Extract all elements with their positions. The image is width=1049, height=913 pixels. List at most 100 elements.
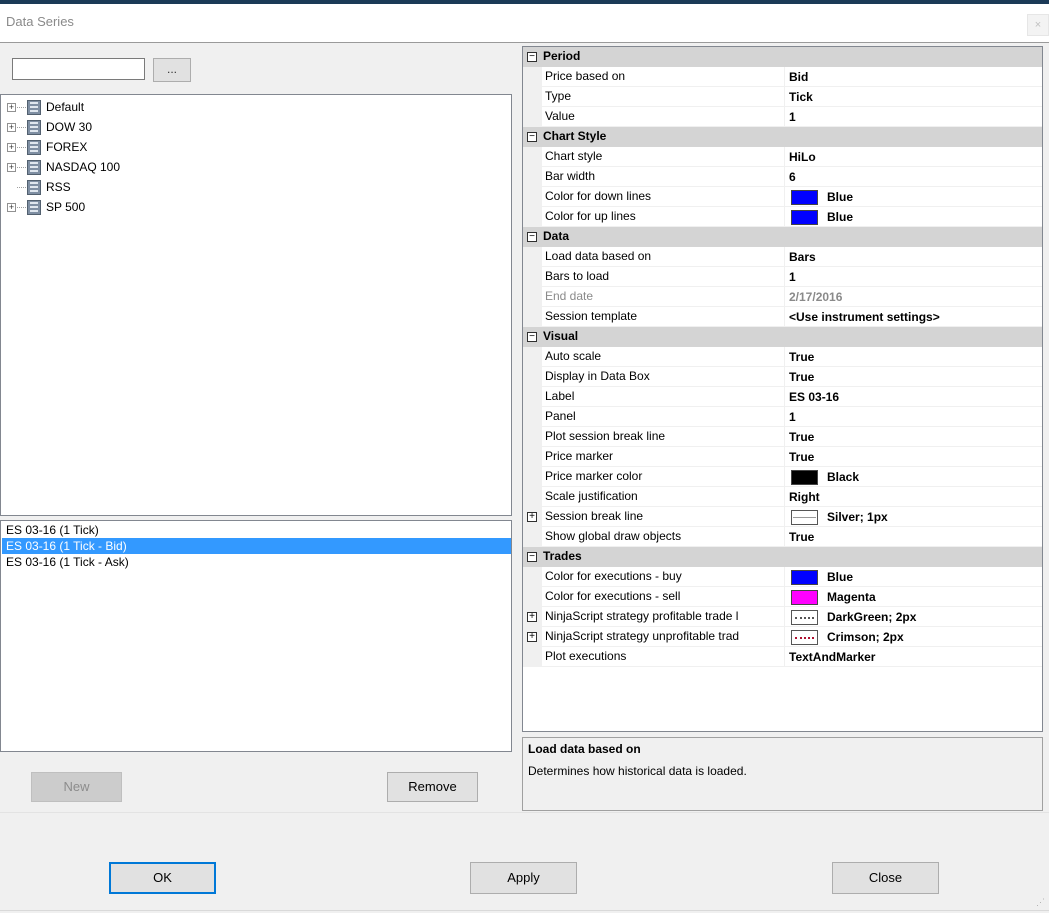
instrument-list-tree[interactable]: + Default + DOW 30 + FOREX + NASDAQ 100 RSS + SP 5… [0, 94, 512, 516]
property-value[interactable]: 1 [786, 407, 1042, 427]
close-button[interactable]: Close [832, 862, 939, 894]
property-row[interactable]: + Session break line Silver; 1px [523, 507, 1042, 527]
property-value[interactable]: Blue [786, 207, 1042, 227]
property-row[interactable]: + NinjaScript strategy profitable trade l… [523, 607, 1042, 627]
property-row[interactable]: Plot executions TextAndMarker [523, 647, 1042, 667]
property-row[interactable]: Plot session break line True [523, 427, 1042, 447]
tree-item[interactable]: + Default [7, 97, 84, 117]
property-value[interactable]: TextAndMarker [786, 647, 1042, 667]
category-label: Visual [543, 329, 579, 343]
collapse-icon[interactable]: − [527, 332, 537, 342]
expand-icon[interactable]: + [527, 612, 537, 622]
property-value[interactable]: True [786, 347, 1042, 367]
property-value[interactable]: Tick [786, 87, 1042, 107]
series-list-item[interactable]: ES 03-16 (1 Tick - Ask) [2, 554, 511, 570]
property-value[interactable]: Silver; 1px [786, 507, 1042, 527]
property-value[interactable]: 6 [786, 167, 1042, 187]
expand-icon[interactable]: + [527, 512, 537, 522]
series-list-item[interactable]: ES 03-16 (1 Tick) [2, 522, 511, 538]
tree-item[interactable]: + SP 500 [7, 197, 85, 217]
ok-button[interactable]: OK [109, 862, 216, 894]
property-value[interactable]: <Use instrument settings> [786, 307, 1042, 327]
instrument-list-icon [27, 159, 41, 175]
grid-margin [523, 287, 542, 307]
property-value[interactable]: Magenta [786, 587, 1042, 607]
property-value[interactable]: Crimson; 2px [786, 627, 1042, 647]
property-value[interactable]: Right [786, 487, 1042, 507]
property-category[interactable]: − Visual [523, 327, 1042, 347]
property-row[interactable]: Color for executions - sell Magenta [523, 587, 1042, 607]
remove-button[interactable]: Remove [387, 772, 478, 802]
property-row[interactable]: Color for executions - buy Blue [523, 567, 1042, 587]
expand-icon[interactable]: + [7, 142, 16, 152]
property-row[interactable]: Value 1 [523, 107, 1042, 127]
property-name: Plot session break line [543, 427, 785, 447]
property-row[interactable]: Auto scale True [523, 347, 1042, 367]
category-label: Period [543, 49, 581, 63]
property-value[interactable]: True [786, 427, 1042, 447]
close-icon[interactable]: × [1027, 14, 1049, 36]
property-row[interactable]: Bars to load 1 [523, 267, 1042, 287]
property-row[interactable]: Price based on Bid [523, 67, 1042, 87]
collapse-icon[interactable]: − [527, 552, 537, 562]
property-value[interactable]: Black [786, 467, 1042, 487]
instrument-list-icon [27, 179, 41, 195]
property-row[interactable]: Chart style HiLo [523, 147, 1042, 167]
property-row[interactable]: Label ES 03-16 [523, 387, 1042, 407]
property-row[interactable]: Scale justification Right [523, 487, 1042, 507]
property-value[interactable]: Bars [786, 247, 1042, 267]
property-row[interactable]: + NinjaScript strategy unprofitable trad C… [523, 627, 1042, 647]
property-row[interactable]: Color for up lines Blue [523, 207, 1042, 227]
collapse-icon[interactable]: − [527, 132, 537, 142]
apply-button[interactable]: Apply [470, 862, 577, 894]
property-row[interactable]: Show global draw objects True [523, 527, 1042, 547]
grid-margin [523, 387, 542, 407]
tree-item[interactable]: + DOW 30 [7, 117, 92, 137]
property-category[interactable]: − Data [523, 227, 1042, 247]
property-value[interactable]: Bid [786, 67, 1042, 87]
browse-button[interactable]: ... [153, 58, 191, 82]
tree-item[interactable]: RSS [7, 177, 71, 197]
property-value[interactable]: True [786, 367, 1042, 387]
property-row[interactable]: Load data based on Bars [523, 247, 1042, 267]
property-category[interactable]: − Period [523, 47, 1042, 67]
property-row[interactable]: Session template <Use instrument settings… [523, 307, 1042, 327]
new-button[interactable]: New [31, 772, 122, 802]
property-value[interactable]: 1 [786, 267, 1042, 287]
expand-icon[interactable]: + [7, 202, 16, 212]
property-value[interactable]: ES 03-16 [786, 387, 1042, 407]
property-value[interactable]: 2/17/2016 [786, 287, 1042, 307]
property-value[interactable]: True [786, 527, 1042, 547]
property-name: Chart style [543, 147, 785, 167]
series-list-item[interactable]: ES 03-16 (1 Tick - Bid) [2, 538, 511, 554]
expand-icon[interactable]: + [7, 162, 16, 172]
instrument-search-input[interactable] [12, 58, 145, 80]
property-category[interactable]: − Trades [523, 547, 1042, 567]
property-row[interactable]: Type Tick [523, 87, 1042, 107]
property-row[interactable]: Display in Data Box True [523, 367, 1042, 387]
expand-icon[interactable]: + [527, 632, 537, 642]
property-value[interactable]: Blue [786, 567, 1042, 587]
resize-grip-icon[interactable]: ⋰ [1036, 897, 1046, 907]
property-value[interactable]: DarkGreen; 2px [786, 607, 1042, 627]
data-series-list[interactable]: ES 03-16 (1 Tick) ES 03-16 (1 Tick - Bid)… [0, 520, 512, 752]
property-row[interactable]: Panel 1 [523, 407, 1042, 427]
tree-item[interactable]: + NASDAQ 100 [7, 157, 120, 177]
property-category[interactable]: − Chart Style [523, 127, 1042, 147]
property-row[interactable]: Price marker True [523, 447, 1042, 467]
property-row[interactable]: End date 2/17/2016 [523, 287, 1042, 307]
property-row[interactable]: Price marker color Black [523, 467, 1042, 487]
property-value[interactable]: Blue [786, 187, 1042, 207]
expand-icon[interactable]: + [7, 122, 16, 132]
property-name: End date [543, 287, 785, 307]
tree-item[interactable]: + FOREX [7, 137, 87, 157]
property-row[interactable]: Bar width 6 [523, 167, 1042, 187]
property-value[interactable]: True [786, 447, 1042, 467]
property-grid[interactable]: − Period Price based on Bid Type Tick Value 1− C… [522, 46, 1043, 732]
property-value[interactable]: 1 [786, 107, 1042, 127]
property-row[interactable]: Color for down lines Blue [523, 187, 1042, 207]
collapse-icon[interactable]: − [527, 232, 537, 242]
collapse-icon[interactable]: − [527, 52, 537, 62]
property-value[interactable]: HiLo [786, 147, 1042, 167]
expand-icon[interactable]: + [7, 102, 16, 112]
